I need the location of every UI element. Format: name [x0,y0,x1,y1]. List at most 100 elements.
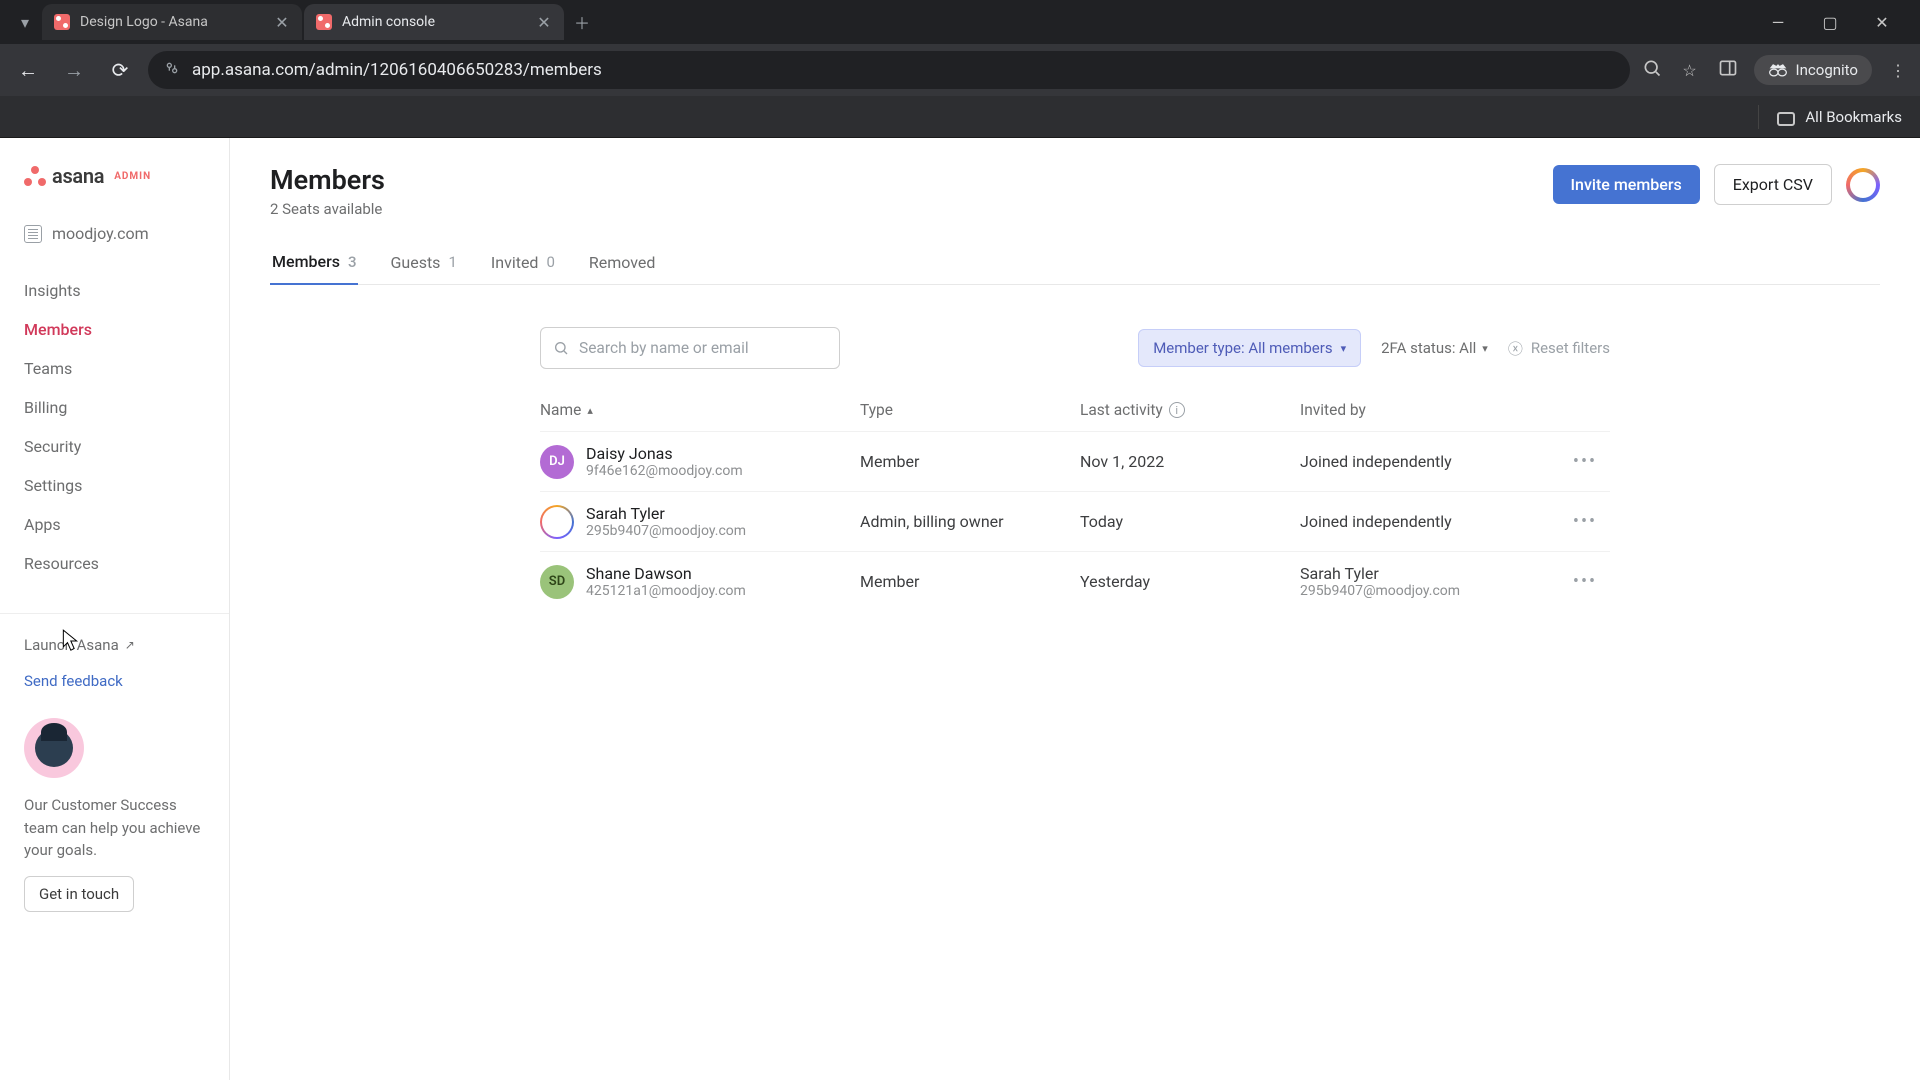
incognito-label: Incognito [1796,61,1858,79]
sidebar-item-billing[interactable]: Billing [0,388,229,427]
col-label: Last activity [1080,401,1163,419]
tab-label: Members [272,252,340,271]
browser-tab-1[interactable]: Design Logo - Asana ✕ [42,4,302,40]
last-activity: Today [1080,512,1300,531]
invited-by: Joined independently [1300,512,1560,531]
tab-removed[interactable]: Removed [587,240,658,284]
last-activity: Yesterday [1080,572,1300,591]
chrome-menu-icon[interactable]: ⋮ [1886,61,1910,80]
back-button[interactable]: ← [10,52,46,88]
tab-members[interactable]: Members 3 [270,240,358,285]
tab-count: 1 [448,253,456,271]
tab-label: Invited [491,253,539,272]
cs-text: Our Customer Success team can help you a… [24,794,205,862]
filter-label: Member type: All members [1153,339,1332,357]
chevron-down-icon: ▾ [1482,342,1488,355]
chevron-down-icon: ▾ [1341,342,1347,355]
invited-by: Joined independently [1300,452,1560,471]
user-avatar [540,505,574,539]
twofa-filter[interactable]: 2FA status: All ▾ [1381,339,1488,357]
search-icon[interactable] [1640,58,1664,82]
user-name: Sarah Tyler [586,504,746,523]
sort-asc-icon: ▴ [587,404,593,417]
column-invited-by[interactable]: Invited by [1300,401,1560,419]
seats-available: 2 Seats available [270,200,385,218]
reset-filters-button[interactable]: ⓧ Reset filters [1508,338,1610,359]
cs-avatar [24,718,84,778]
tab-guests[interactable]: Guests 1 [388,240,458,284]
sidebar-item-members[interactable]: Members [0,310,229,349]
tab-count: 0 [546,253,554,271]
url-text: app.asana.com/admin/1206160406650283/mem… [192,60,602,80]
sidebar-item-security[interactable]: Security [0,427,229,466]
sidebar-item-resources[interactable]: Resources [0,544,229,583]
invited-by: Sarah Tyler [1300,564,1560,583]
search-input[interactable] [579,339,827,357]
export-csv-button[interactable]: Export CSV [1714,164,1832,205]
bookmark-star-icon[interactable]: ☆ [1678,61,1702,80]
close-icon[interactable]: ✕ [536,14,552,30]
user-avatar: DJ [540,445,574,479]
last-activity: Nov 1, 2022 [1080,452,1300,471]
column-type[interactable]: Type [860,401,1080,419]
all-bookmarks-button[interactable]: All Bookmarks [1805,108,1902,126]
row-actions-button[interactable]: ••• [1560,511,1610,532]
table-row[interactable]: SD Shane Dawson 425121a1@moodjoy.com Mem… [540,551,1610,611]
user-avatar: SD [540,565,574,599]
incognito-indicator[interactable]: Incognito [1754,55,1872,85]
external-link-icon: ↗ [125,638,135,652]
asana-logo-icon [24,166,46,186]
column-last-activity[interactable]: Last activity i [1080,401,1300,419]
user-name: Shane Dawson [586,564,746,583]
tab-invited[interactable]: Invited 0 [489,240,557,284]
launch-label: Launch Asana [24,636,119,654]
tab-label: Guests [390,253,440,272]
reload-button[interactable]: ⟳ [102,52,138,88]
col-label: Invited by [1300,401,1366,419]
col-label: Name [540,401,581,419]
tab-title: Admin console [342,14,526,30]
search-input-wrapper[interactable] [540,327,840,369]
org-name: moodjoy.com [52,224,149,243]
sidebar-item-insights[interactable]: Insights [0,271,229,310]
new-tab-button[interactable]: ＋ [566,6,598,38]
side-panel-icon[interactable] [1716,58,1740,82]
row-actions-button[interactable]: ••• [1560,571,1610,592]
forward-button[interactable]: → [56,52,92,88]
address-bar[interactable]: app.asana.com/admin/1206160406650283/mem… [148,51,1630,89]
tab-search-dropdown[interactable]: ▾ [8,5,42,39]
send-feedback-link[interactable]: Send feedback [0,664,229,698]
sidebar-item-apps[interactable]: Apps [0,505,229,544]
column-name[interactable]: Name ▴ [540,401,860,419]
tab-count: 3 [348,253,357,271]
member-type-filter[interactable]: Member type: All members ▾ [1138,329,1361,367]
info-icon[interactable]: i [1169,402,1185,418]
org-selector[interactable]: moodjoy.com [0,214,229,253]
asana-admin-logo[interactable]: asana ADMIN [0,164,229,214]
user-email: 295b9407@moodjoy.com [586,523,746,539]
page-title: Members [270,164,385,196]
site-info-icon[interactable] [164,60,180,81]
reset-label: Reset filters [1531,339,1610,357]
minimize-icon[interactable]: — [1764,13,1792,32]
filter-label: 2FA status: All [1381,339,1476,357]
get-in-touch-button[interactable]: Get in touch [24,876,134,912]
search-icon [553,340,569,356]
close-window-icon[interactable]: ✕ [1868,13,1896,32]
divider [0,613,229,614]
sidebar-item-settings[interactable]: Settings [0,466,229,505]
launch-asana-link[interactable]: Launch Asana ↗ [0,626,229,664]
asana-favicon [54,14,70,30]
sidebar-item-teams[interactable]: Teams [0,349,229,388]
browser-tab-2[interactable]: Admin console ✕ [304,4,564,40]
row-actions-button[interactable]: ••• [1560,451,1610,472]
profile-avatar[interactable] [1846,168,1880,202]
invite-members-button[interactable]: Invite members [1553,165,1700,204]
building-icon [24,225,42,243]
user-name: Daisy Jonas [586,444,743,463]
close-icon[interactable]: ✕ [274,14,290,30]
tab-label: Removed [589,253,656,272]
table-row[interactable]: DJ Daisy Jonas 9f46e162@moodjoy.com Memb… [540,431,1610,491]
table-row[interactable]: Sarah Tyler 295b9407@moodjoy.com Admin, … [540,491,1610,551]
maximize-icon[interactable]: ▢ [1816,13,1844,32]
